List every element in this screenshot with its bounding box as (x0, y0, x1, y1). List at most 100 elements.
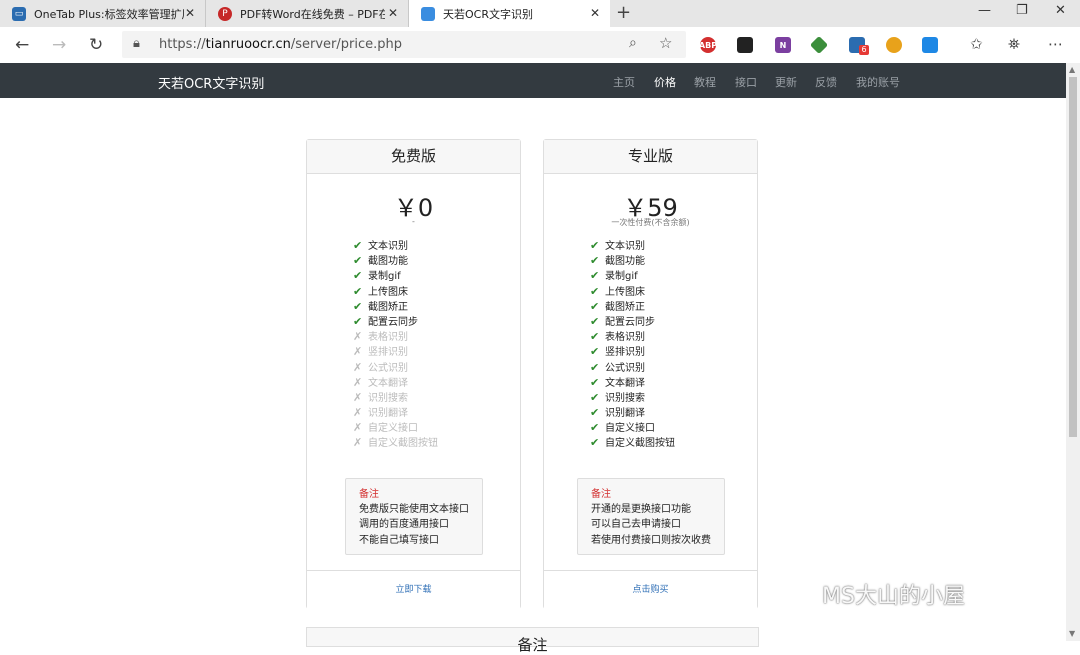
plan-subtitle: - (412, 217, 415, 226)
feature-item: ✗ 公式识别 (353, 360, 438, 375)
check-icon: ✔ (353, 254, 363, 268)
feature-item: ✔ 文本识别 (353, 238, 438, 253)
feature-item: ✔ 竖排识别 (590, 344, 675, 359)
feature-item: ✔ 上传图床 (353, 284, 438, 299)
feature-item: ✔ 识别搜索 (590, 390, 675, 405)
url-text: https://tianruoocr.cn/server/price.php (159, 37, 402, 52)
window-close-button[interactable]: ✕ (1055, 3, 1066, 18)
cross-icon: ✗ (353, 436, 363, 450)
check-icon: ✔ (353, 314, 363, 328)
feature-label: 自定义截图按钮 (605, 438, 675, 450)
close-tab-icon[interactable]: ✕ (388, 6, 398, 20)
feature-label: 竖排识别 (368, 347, 408, 359)
plan-subtitle: 一次性付费(不含余额) (611, 218, 690, 227)
zoom-icon[interactable]: ⌕ (629, 35, 637, 51)
plan-card-pro: 专业版 ￥59 一次性付费(不含余额) ✔ 文本识别 ✔ 截图功能 ✔ 录制gif ✔ 上传图… (543, 139, 758, 610)
feature-item: ✔ 自定义接口 (590, 420, 675, 435)
abp-icon[interactable]: ABP (699, 37, 717, 53)
close-tab-icon[interactable]: ✕ (185, 6, 195, 20)
browser-tab-active[interactable]: 天若OCR文字识别 ✕ (409, 0, 610, 27)
feature-label: 识别翻译 (605, 408, 645, 420)
nav-price[interactable]: 价格 (654, 74, 676, 90)
site-navbar: 天若OCR文字识别 主页 价格 教程 接口 更新 反馈 我的账号 (0, 63, 1066, 98)
feature-label: 截图矫正 (605, 301, 645, 313)
scrollbar-thumb[interactable] (1069, 77, 1077, 437)
check-icon: ✔ (590, 406, 600, 420)
site-brand[interactable]: 天若OCR文字识别 (158, 73, 264, 92)
watermark: MS大山的小屋 (822, 584, 965, 609)
refresh-icon[interactable]: ↻ (89, 35, 103, 55)
favorite-star-icon[interactable]: ☆ (659, 34, 672, 52)
url-field[interactable]: 🔒︎ https://tianruoocr.cn/server/price.ph… (122, 31, 686, 58)
feature-item: ✔ 截图矫正 (590, 299, 675, 314)
favorites-list-icon[interactable]: ✩ (970, 35, 983, 53)
check-icon: ✔ (353, 299, 363, 313)
new-tab-button[interactable]: + (616, 2, 631, 23)
nav-account[interactable]: 我的账号 (856, 74, 900, 90)
lock-icon: 🔒︎ (133, 36, 140, 51)
plan-card-free: 免费版 ￥0 - ✔ 文本识别 ✔ 截图功能 ✔ 录制gif ✔ 上传图床 ✔ 截图矫正 ✔ 配置云同… (306, 139, 521, 610)
remarks-card-title: 备注 (517, 636, 548, 654)
onenote-icon[interactable]: N (775, 37, 791, 53)
feature-label: 上传图床 (605, 286, 645, 298)
browser-tab-onetab[interactable]: ▭ OneTab Plus:标签效率管理扩展 ✕ (0, 0, 206, 27)
feature-label: 表格识别 (368, 332, 408, 344)
nav-api[interactable]: 接口 (735, 74, 757, 90)
feature-item: ✔ 配置云同步 (353, 314, 438, 329)
ext-cube-icon[interactable] (809, 35, 829, 55)
card-footer: 立即下载 (307, 570, 520, 610)
check-icon: ✔ (590, 284, 600, 298)
feature-item: ✔ 截图功能 (353, 253, 438, 268)
check-icon: ✔ (590, 436, 600, 450)
nav-updates[interactable]: 更新 (775, 74, 797, 90)
feature-item: ✗ 文本翻译 (353, 375, 438, 390)
profile-icon[interactable]: ⛯ (1008, 35, 1020, 53)
feature-label: 识别搜索 (368, 392, 408, 404)
feature-item: ✗ 识别翻译 (353, 405, 438, 420)
feature-item: ✔ 配置云同步 (590, 314, 675, 329)
onetab-icon: ▭ (12, 6, 26, 21)
feature-item: ✗ 竖排识别 (353, 344, 438, 359)
feature-label: 截图功能 (605, 256, 645, 268)
feature-label: 录制gif (368, 271, 401, 283)
nav-home[interactable]: 主页 (613, 74, 635, 90)
nav-feedback[interactable]: 反馈 (815, 74, 837, 90)
check-icon: ✔ (590, 375, 600, 389)
note-line: 若使用付费接口则按次收费 (591, 534, 711, 546)
download-button[interactable]: 立即下载 (307, 571, 520, 610)
more-menu-icon[interactable]: ⋯ (1048, 35, 1063, 53)
browser-tab-pdf[interactable]: P PDF转Word在线免费 – PDF在线转 ✕ (206, 0, 409, 27)
ext-ball-icon[interactable] (886, 37, 902, 53)
plan-name: 免费版 (307, 140, 520, 174)
feature-label: 竖排识别 (605, 347, 645, 359)
note-line: 免费版只能使用文本接口 (359, 504, 469, 516)
restore-button[interactable]: ❐ (1016, 3, 1028, 18)
feature-label: 自定义截图按钮 (368, 438, 438, 450)
back-icon[interactable]: ← (15, 35, 29, 55)
feature-item: ✔ 截图功能 (590, 253, 675, 268)
buy-button[interactable]: 点击购买 (544, 571, 757, 610)
check-icon: ✔ (590, 421, 600, 435)
feature-label: 自定义接口 (605, 423, 655, 435)
page-scrollbar[interactable]: ▲ ▼ (1066, 63, 1080, 641)
tab-strip: ▭ OneTab Plus:标签效率管理扩展 ✕ P PDF转Word在线免费 … (0, 0, 1080, 27)
note-title: 备注 (591, 489, 611, 500)
close-tab-icon[interactable]: ✕ (590, 6, 600, 20)
forward-icon[interactable]: → (52, 35, 66, 55)
feature-label: 截图功能 (368, 256, 408, 268)
feature-label: 配置云同步 (605, 316, 655, 328)
nav-tutorial[interactable]: 教程 (694, 74, 716, 90)
note-box: 备注 免费版只能使用文本接口 调用的百度通用接口 不能自己填写接口 (345, 478, 483, 555)
ext-monitor-icon[interactable] (922, 37, 938, 53)
feature-list: ✔ 文本识别 ✔ 截图功能 ✔ 录制gif ✔ 上传图床 ✔ 截图矫正 ✔ 配置云同步 ✔ 表格识别 ✔ 竖排… (590, 238, 675, 451)
cross-icon: ✗ (353, 406, 363, 420)
ext-cat-icon[interactable] (737, 37, 753, 53)
scroll-down-icon[interactable]: ▼ (1069, 629, 1075, 638)
note-line: 开通的是更换接口功能 (591, 504, 691, 516)
cross-icon: ✗ (353, 421, 363, 435)
minimize-button[interactable]: — (978, 3, 991, 18)
check-icon: ✔ (590, 314, 600, 328)
feature-label: 文本识别 (368, 241, 408, 252)
scroll-up-icon[interactable]: ▲ (1069, 65, 1075, 74)
tab-title: OneTab Plus:标签效率管理扩展 (34, 7, 184, 21)
